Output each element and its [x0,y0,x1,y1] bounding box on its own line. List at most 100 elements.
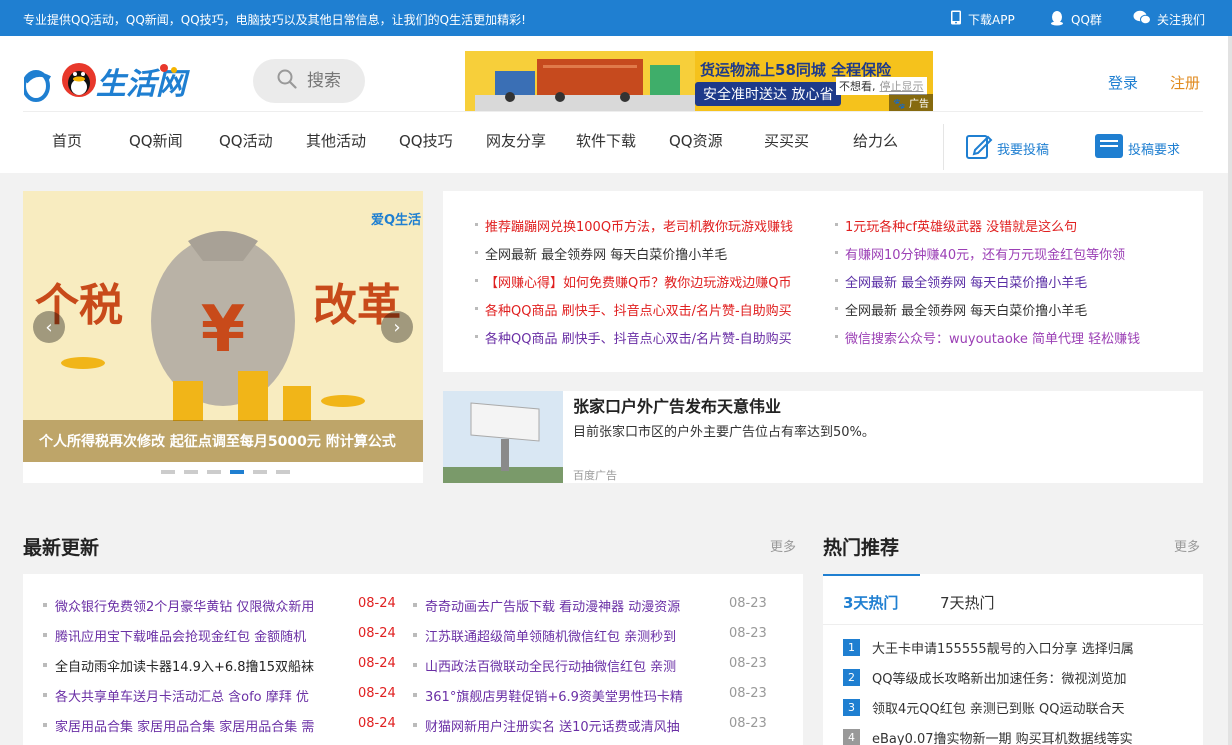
list-item-title: 各大共享单车送月卡活动汇总 含ofo 摩拜 优 [55,690,309,705]
list-item[interactable]: 奇奇动画去广告版下载 看动漫神器 动漫资源 [413,596,680,615]
logo-graphic: 生活网 [22,63,190,102]
list-item-date: 08-24 [358,656,396,671]
list-item-date: 08-23 [729,656,767,671]
banner-advertisement[interactable]: 货运物流上58同城 全程保险 安全准时送达 放心省 不想看, 停止显示 🐾 广告 [465,51,933,111]
nav-item-geili[interactable]: 给力么 [853,130,898,151]
slider-dot[interactable] [276,470,290,474]
slide-watermark: 爱Q生活 [371,213,422,228]
active-tab-indicator [823,574,920,576]
list-item-date: 08-24 [358,626,396,641]
list-item[interactable]: 361°旗舰店男鞋促销+6.9资美堂男性玛卡精 [413,686,683,705]
headline-link[interactable]: 各种QQ商品 刷快手、抖音点心双击/名片赞-自助购买 [475,328,792,347]
hot-item[interactable]: 2 QQ等级成长攻略新出加速任务：微视浏览加 [843,668,1126,687]
baidu-ad[interactable]: 张家口户外广告发布天意伟业 目前张家口市区的户外主要广告位占有率达到50%。 百… [443,391,1203,483]
nav-separator [943,124,944,170]
rank-badge: 4 [843,729,860,745]
qq-penguin-icon [1049,10,1065,29]
wechat-icon [1133,10,1151,28]
nav-item-user-share[interactable]: 网友分享 [486,130,546,151]
edit-icon [965,132,993,164]
nav-item-qq-tips[interactable]: QQ技巧 [399,130,453,151]
slider-dot[interactable] [161,470,175,474]
list-item-title: 江苏联通超级简单领随机微信红包 亲测秒到 [425,630,677,645]
paw-icon: 🐾 [893,99,906,110]
nav-item-qq-news[interactable]: QQ新闻 [129,130,183,151]
nav-item-home[interactable]: 首页 [52,130,82,151]
billboard-image[interactable] [443,391,563,483]
site-slogan: 专业提供QQ活动，QQ新闻，QQ技巧，电脑技巧以及其他日常信息，让我们的Q生活更… [23,13,526,27]
slide-image[interactable]: ¥ 个税 改革 爱Q生活 个人所得税再次修改 起征点调至每月5000元 附计算公… [23,191,423,462]
list-item[interactable]: 家居用品合集 家居用品合集 家居用品合集 需 [43,716,314,735]
hot-panel: 3天热门 7天热门 1 大王卡申请155555靓号的入口分享 选择归属 2 QQ等级… [823,574,1203,745]
site-logo[interactable]: 生活网 [22,52,204,108]
tab-7-day-hot[interactable]: 7天热门 [940,592,995,613]
tab-3-day-hot[interactable]: 3天热门 [843,592,898,613]
nav-item-qq-resources[interactable]: QQ资源 [669,130,723,151]
rank-badge: 1 [843,639,860,656]
headline-link[interactable]: 有赚网10分钟赚40元，还有万元现金红包等你领 [834,244,1125,263]
hot-item-title: 大王卡申请155555靓号的入口分享 选择归属 [872,642,1134,657]
list-item[interactable]: 腾讯应用宝下载唯品会抢现金红包 金额随机 [43,626,306,645]
ad-source: 百度广告 [573,469,617,482]
login-link[interactable]: 登录 [1108,72,1138,93]
page-scrollbar[interactable] [1228,36,1232,745]
svg-text:¥: ¥ [201,293,246,367]
slider-dot[interactable] [253,470,267,474]
list-item[interactable]: 微众银行免费领2个月豪华黄钻 仅限微众新用 [43,596,314,615]
ad-line-2: 安全准时送达 放心省 [695,82,842,106]
list-item[interactable]: 江苏联通超级简单领随机微信红包 亲测秒到 [413,626,677,645]
hot-item-title: eBay0.07撸实物新一期 购买耳机数据线等实 [872,732,1133,745]
nav-item-other-activities[interactable]: 其他活动 [306,130,366,151]
nav-item-software[interactable]: 软件下载 [576,130,636,151]
list-item[interactable]: 各大共享单车送月卡活动汇总 含ofo 摩拜 优 [43,686,309,705]
hot-item-title: 领取4元QQ红包 亲测已到账 QQ运动联合天 [872,702,1125,717]
latest-more-link[interactable]: 更多 [770,536,796,555]
hot-item[interactable]: 1 大王卡申请155555靓号的入口分享 选择归属 [843,638,1134,657]
ad-not-interested-label: 不想看, [839,80,876,93]
phone-icon [950,10,962,28]
nav-item-shopping[interactable]: 买买买 [764,130,809,151]
hot-more-link[interactable]: 更多 [1174,536,1200,555]
headline-link[interactable]: 微信搜索公众号：wuyoutaoke 简单代理 轻松赚钱 [834,328,1140,347]
rank-badge: 3 [843,699,860,716]
headline-link[interactable]: 【网赚心得】如何免费赚Q币？教你边玩游戏边赚Q币 [474,272,791,291]
slider-dot-active[interactable] [230,470,244,474]
ad-close-link[interactable]: 停止显示 [880,80,924,93]
ad-dismiss[interactable]: 不想看, 停止显示 [836,77,927,95]
headline-link[interactable]: 各种QQ商品 刷快手、抖音点心双击/名片赞-自助购买 [475,300,792,319]
headline-link[interactable]: 全网最新 最全领券网 每天白菜价撸小羊毛 [474,244,727,263]
submission-rules-label: 投稿要求 [1128,142,1181,158]
slider-prev-arrow[interactable]: ‹ [33,311,65,343]
list-item-title: 山西政法百微联动全民行动抽微信红包 亲测 [425,660,677,675]
headline-link[interactable]: 推荐蹦蹦网兑换100Q币方法，老司机教你玩游戏赚钱 [474,216,793,235]
slider-dots [161,470,290,474]
search-box[interactable] [253,59,367,103]
list-item[interactable]: 全自动雨伞加读卡器14.9入+6.8撸15双船袜 [43,656,314,675]
featured-slider: ¥ 个税 改革 爱Q生活 个人所得税再次修改 起征点调至每月5000元 附计算公… [23,191,423,483]
slider-dot[interactable] [207,470,221,474]
ad-tag-label: 广告 [909,99,929,110]
download-app-link[interactable]: 下载APP [950,10,1015,28]
headline-link[interactable]: 1元玩各种cf英雄级武器 没错就是这么句 [834,216,1077,235]
nav-item-qq-activities[interactable]: QQ活动 [219,130,273,151]
hot-item[interactable]: 3 领取4元QQ红包 亲测已到账 QQ运动联合天 [843,698,1124,717]
submission-rules-button[interactable]: 投稿要求 [1094,132,1180,164]
headline-link[interactable]: 全网最新 最全领券网 每天白菜价撸小羊毛 [834,272,1087,291]
slider-dot[interactable] [184,470,198,474]
register-link[interactable]: 注册 [1170,72,1200,93]
search-input[interactable] [307,71,367,91]
ad-description: 目前张家口市区的户外主要广告位占有率达到50%。 [573,425,875,440]
submit-article-button[interactable]: 我要投稿 [965,132,1049,164]
slide-caption[interactable]: 个人所得税再次修改 起征点调至每月5000元 附计算公式 [23,420,423,462]
header-divider [23,111,1203,112]
ad-title[interactable]: 张家口户外广告发布天意伟业 [573,393,781,417]
slider-next-arrow[interactable]: › [381,311,413,343]
headline-link[interactable]: 全网最新 最全领券网 每天白菜价撸小羊毛 [834,300,1087,319]
qq-group-link[interactable]: QQ群 [1049,10,1102,29]
list-item[interactable]: 山西政法百微联动全民行动抽微信红包 亲测 [413,656,677,675]
follow-us-link[interactable]: 关注我们 [1133,10,1205,28]
search-icon[interactable] [277,69,297,93]
list-item-date: 08-24 [358,686,396,701]
hot-item[interactable]: 4 eBay0.07撸实物新一期 购买耳机数据线等实 [843,728,1133,745]
list-item[interactable]: 财猫网新用户注册实名 送10元话费或清风抽 [413,716,680,735]
